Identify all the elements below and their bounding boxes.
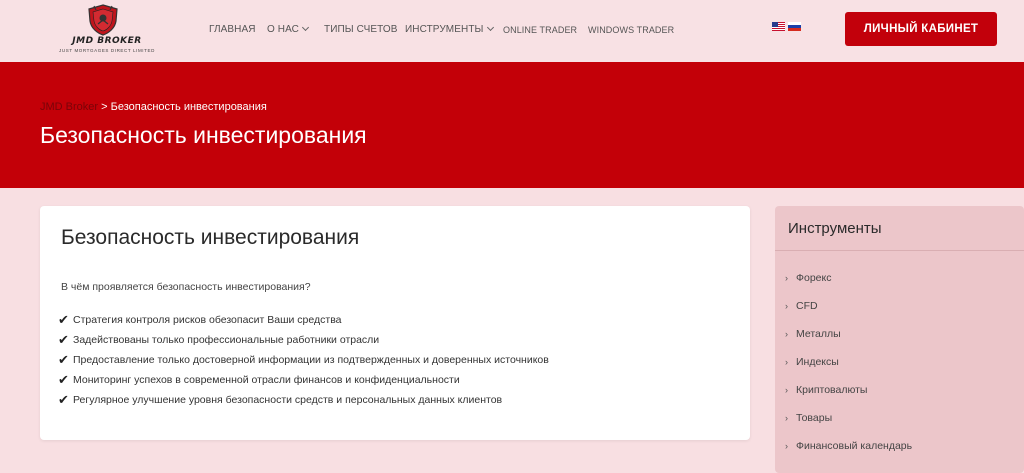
list-item-text: Стратегия контроля рисков обезопасит Ваш… [73,314,342,326]
content-title: Безопасность инвестирования [61,226,360,249]
list-item: ✔ Регулярное улучшение уровня безопасност… [58,390,549,410]
logo-tagline: JUST MORTGAGES DIRECT LIMITED [59,48,155,53]
nav-item-label: ONLINE TRADER [503,25,578,35]
page-banner: JMD Broker > Безопасность инвестирования… [0,62,1024,188]
sidebar-item-label: Криптовалюты [796,384,868,396]
sidebar-item-crypto[interactable]: › Криптовалюты [785,376,912,404]
sidebar-item-cfd[interactable]: › CFD [785,292,912,320]
list-item: ✔ Предоставление только достоверной инфор… [58,350,549,370]
list-item-text: Регулярное улучшение уровня безопасности… [73,394,503,406]
sidebar-item-label: Форекс [796,272,832,284]
content-question: В чём проявляется безопасность инвестиро… [61,281,311,293]
shield-logo-icon [88,4,118,36]
list-item-text: Предоставление только достоверной информ… [73,354,549,366]
chevron-down-icon [486,23,494,32]
instruments-sidebar: Инструменты › Форекс › CFD › Металлы › Индек… [775,206,1024,473]
checkmark-icon: ✔ [58,332,69,347]
sidebar-item-label: Индексы [796,356,839,368]
nav-item-label: WINDOWS TRADER [588,25,675,35]
chevron-right-icon: › [785,441,788,451]
page-title: Безопасность инвестирования [40,122,367,148]
list-item-text: Задействованы только профессиональные ра… [73,334,380,346]
benefits-list: ✔ Стратегия контроля рисков обезопасит Ва… [58,310,549,410]
logo[interactable]: JMD BROKER JUST MORTGAGES DIRECT LIMITED [52,4,162,56]
list-item: ✔ Мониторинг успехов в современной отрасл… [58,370,549,390]
breadcrumb-separator: > [98,101,111,113]
list-item-text: Мониторинг успехов в современной отрасли… [73,374,460,386]
nav-item-label: О НАС [267,24,299,35]
list-item: ✔ Задействованы только профессиональные р… [58,330,549,350]
nav-item-label: ИНСТРУМЕНТЫ [405,24,484,35]
sidebar-item-label: Товары [796,412,833,424]
chevron-right-icon: › [785,329,788,339]
checkmark-icon: ✔ [58,372,69,387]
site-header: JMD BROKER JUST MORTGAGES DIRECT LIMITED… [0,0,1024,62]
content-card: Безопасность инвестирования В чём проявл… [40,206,750,440]
sidebar-header: Инструменты [775,206,1024,251]
breadcrumb: JMD Broker > Безопасность инвестирования [40,101,267,113]
sidebar-item-label: Финансовый календарь [796,440,913,452]
sidebar-item-label: Металлы [796,328,841,340]
nav-item-windows-trader[interactable]: WINDOWS TRADER [588,25,674,35]
chevron-down-icon [301,23,309,32]
nav-item-label: ТИПЫ СЧЕТОВ [324,24,398,35]
nav-item-instruments[interactable]: ИНСТРУМЕНТЫ [405,23,494,35]
chevron-right-icon: › [785,385,788,395]
nav-item-online-trader[interactable]: ONLINE TRADER [503,25,577,35]
breadcrumb-current: Безопасность инвестирования [110,101,267,113]
nav-item-home[interactable]: ГЛАВНАЯ [209,24,256,35]
breadcrumb-home-link[interactable]: JMD Broker [40,101,98,113]
sidebar-list: › Форекс › CFD › Металлы › Индексы › Криптова… [785,264,912,460]
chevron-right-icon: › [785,357,788,367]
flag-ru-icon[interactable] [788,22,801,31]
sidebar-item-indices[interactable]: › Индексы [785,348,912,376]
nav-item-about[interactable]: О НАС [267,23,309,35]
personal-cabinet-button[interactable]: ЛИЧНЫЙ КАБИНЕТ [845,12,997,46]
checkmark-icon: ✔ [58,392,69,407]
sidebar-item-label: CFD [796,300,818,312]
sidebar-item-metals[interactable]: › Металлы [785,320,912,348]
flag-us-icon[interactable] [772,22,785,31]
logo-name: JMD BROKER [72,36,142,46]
sidebar-item-calendar[interactable]: › Финансовый календарь [785,432,912,460]
chevron-right-icon: › [785,413,788,423]
checkmark-icon: ✔ [58,352,69,367]
list-item: ✔ Стратегия контроля рисков обезопасит Ва… [58,310,549,330]
sidebar-item-commodities[interactable]: › Товары [785,404,912,432]
chevron-right-icon: › [785,273,788,283]
sidebar-title: Инструменты [788,220,882,237]
nav-item-label: ГЛАВНАЯ [209,24,256,35]
sidebar-item-forex[interactable]: › Форекс [785,264,912,292]
chevron-right-icon: › [785,301,788,311]
nav-item-account-types[interactable]: ТИПЫ СЧЕТОВ [324,24,398,35]
checkmark-icon: ✔ [58,312,69,327]
